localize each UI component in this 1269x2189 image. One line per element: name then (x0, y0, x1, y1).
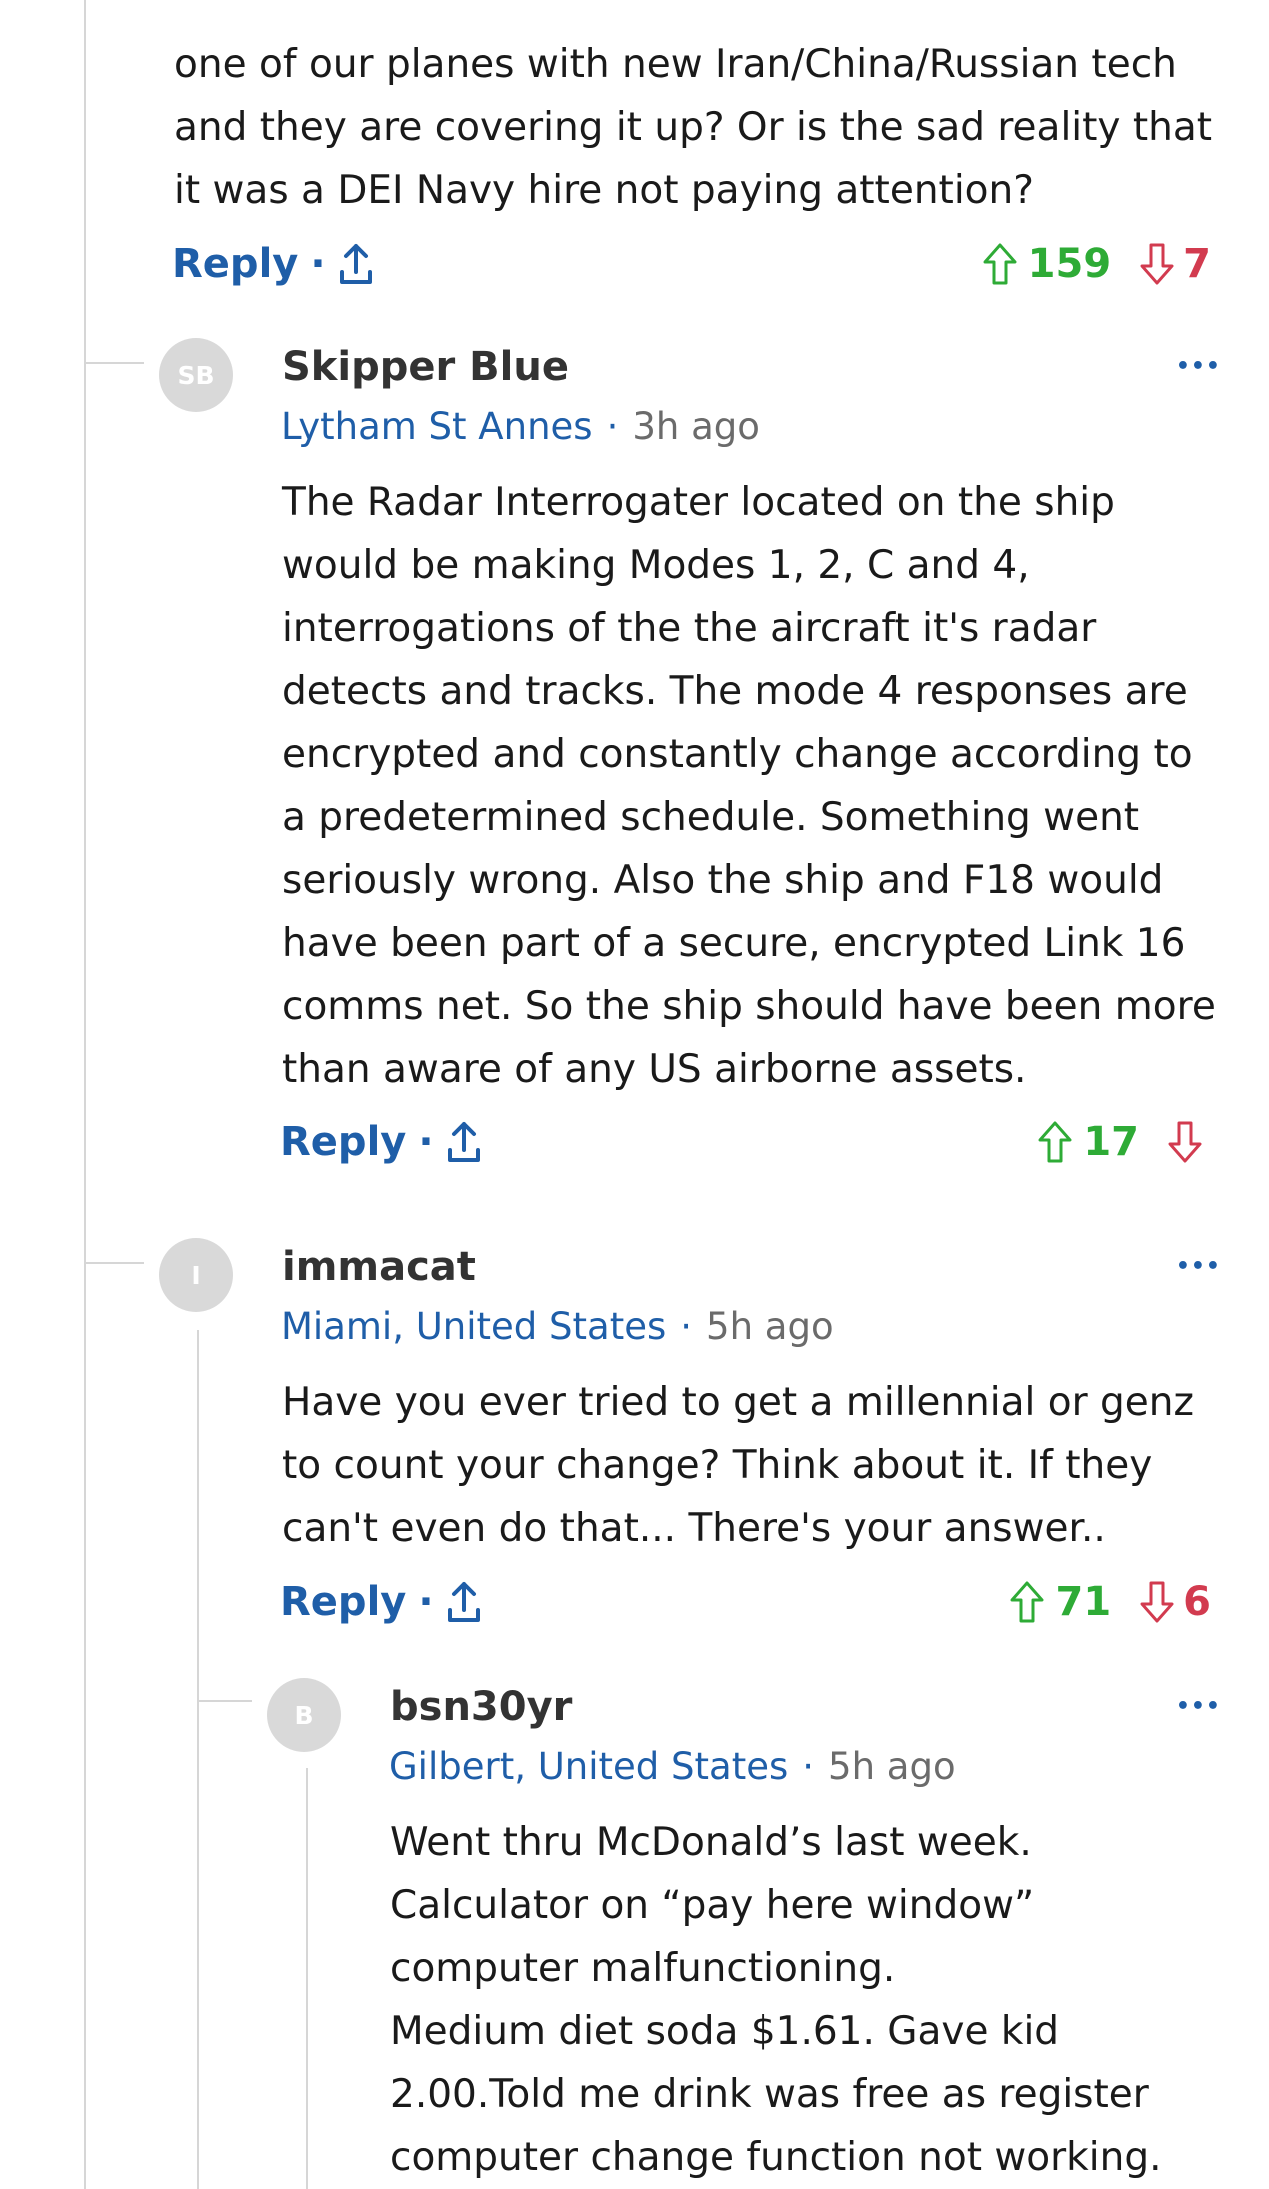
comment-text-line: a predetermined schedule. Something went (282, 795, 1140, 840)
vote-controls: 71 6 (1009, 1574, 1211, 1630)
comment-text-line: Medium diet soda $1.61. Gave kid (390, 2009, 1060, 2054)
comment-timestamp: 5h ago (706, 1305, 834, 1348)
comment-text-line: computer change function not working. (390, 2135, 1162, 2180)
more-options-button[interactable]: ••• (1176, 356, 1221, 378)
comment-bsn30yr: B bsn30yr ••• Gilbert, United States · 5h … (0, 1640, 1269, 2189)
upvote-arrow-icon[interactable] (982, 242, 1018, 286)
comment-text-line: Went thru McDonald’s last week. (390, 1820, 1032, 1865)
top-comment: one of our planes with new Iran/China/Ru… (0, 0, 1269, 300)
comment-meta: Gilbert, United States · 5h ago (389, 1745, 956, 1788)
comment-text-line: one of our planes with new Iran/China/Ru… (174, 42, 1177, 87)
avatar[interactable]: I (159, 1238, 233, 1312)
comment-text-line: detects and tracks. The mode 4 responses… (282, 669, 1188, 714)
downvote-arrow-icon[interactable] (1139, 1580, 1175, 1624)
downvote-count: 7 (1183, 241, 1211, 287)
comment-author[interactable]: Skipper Blue (282, 344, 569, 390)
comment-location: Miami, United States (281, 1305, 667, 1348)
comment-text-line: can't even do that... There's your answe… (282, 1506, 1106, 1551)
comment-text-line: and they are covering it up? Or is the s… (174, 105, 1213, 150)
comment-meta: Miami, United States · 5h ago (281, 1305, 834, 1348)
comment-text-line: The Radar Interrogater located on the sh… (282, 480, 1115, 525)
vote-controls: 159 7 (982, 236, 1211, 292)
more-options-button[interactable]: ••• (1176, 1696, 1221, 1718)
comment-body: Went thru McDonald’s last week. Calculat… (390, 1811, 1161, 2189)
comment-skipper-blue: SB Skipper Blue ••• Lytham St Annes · 3h a… (0, 300, 1269, 1200)
comment-text-line: interrogations of the the aircraft it's … (282, 606, 1097, 651)
upvote-count: 71 (1055, 1579, 1112, 1625)
separator: · (418, 1579, 434, 1625)
separator: · (606, 405, 619, 448)
upvote-arrow-icon[interactable] (1037, 1120, 1073, 1164)
comment-text-line: comms net. So the ship should have been … (282, 984, 1216, 1029)
comment-text-line: Calculator on “pay here window” (390, 1883, 1035, 1928)
comment-body: one of our planes with new Iran/China/Ru… (174, 33, 1212, 222)
reply-button[interactable]: Reply (172, 241, 298, 287)
downvote-count: 6 (1183, 1579, 1211, 1625)
separator: · (680, 1305, 693, 1348)
comment-text-line: it was a DEI Navy hire not paying attent… (174, 168, 1034, 213)
downvote-arrow-icon[interactable] (1139, 242, 1175, 286)
share-icon[interactable] (446, 1120, 482, 1164)
upvote-count: 17 (1083, 1119, 1139, 1165)
comment-body: Have you ever tried to get a millennial … (282, 1371, 1194, 1560)
comment-timestamp: 3h ago (632, 405, 760, 448)
comment-immacat: I immacat ••• Miami, United States · 5h ag… (0, 1200, 1269, 1670)
separator: · (310, 241, 326, 287)
upvote-count: 159 (1027, 241, 1112, 287)
comment-location: Lytham St Annes (281, 405, 593, 448)
separator: · (418, 1119, 434, 1165)
comment-actions: Reply · (280, 1114, 482, 1170)
share-icon[interactable] (446, 1580, 482, 1624)
comment-text-line: would be making Modes 1, 2, C and 4, (282, 543, 1030, 588)
comment-actions: Reply · (172, 236, 374, 292)
avatar[interactable]: B (267, 1678, 341, 1752)
share-icon[interactable] (338, 242, 374, 286)
comment-text-line: computer malfunctioning. (390, 1946, 896, 1991)
comment-actions: Reply · (280, 1574, 482, 1630)
reply-button[interactable]: Reply (280, 1119, 406, 1165)
separator: · (802, 1745, 815, 1788)
reply-button[interactable]: Reply (280, 1579, 406, 1625)
upvote-arrow-icon[interactable] (1009, 1580, 1045, 1624)
comment-text-line: than aware of any US airborne assets. (282, 1047, 1027, 1092)
vote-controls: 17 (1037, 1114, 1211, 1170)
comment-text-line: seriously wrong. Also the ship and F18 w… (282, 858, 1164, 903)
comment-location: Gilbert, United States (389, 1745, 789, 1788)
comment-text-line: Have you ever tried to get a millennial … (282, 1380, 1194, 1425)
comment-author[interactable]: immacat (282, 1244, 476, 1290)
more-options-button[interactable]: ••• (1176, 1256, 1221, 1278)
comment-text-line: have been part of a secure, encrypted Li… (282, 921, 1186, 966)
comment-timestamp: 5h ago (828, 1745, 956, 1788)
avatar[interactable]: SB (159, 338, 233, 412)
comment-text-line: encrypted and constantly change accordin… (282, 732, 1193, 777)
comment-meta: Lytham St Annes · 3h ago (281, 405, 760, 448)
downvote-arrow-icon[interactable] (1167, 1120, 1203, 1164)
comment-text-line: to count your change? Think about it. If… (282, 1443, 1153, 1488)
comment-text-line: 2.00.Told me drink was free as register (390, 2072, 1149, 2117)
comment-body: The Radar Interrogater located on the sh… (282, 471, 1216, 1101)
comment-author[interactable]: bsn30yr (390, 1684, 572, 1730)
